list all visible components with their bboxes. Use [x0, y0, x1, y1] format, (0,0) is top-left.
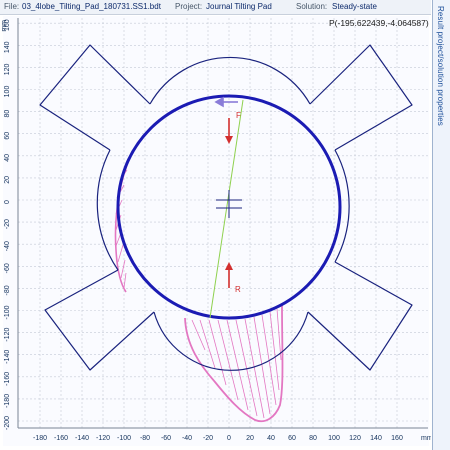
result-properties-tab-label: Result project/solution properties [436, 6, 445, 126]
y-axis-unit: mm [1, 20, 8, 32]
pressure-hatch-line [208, 319, 227, 386]
x-tick-label: -180 [33, 435, 47, 442]
y-tick-label: -200 [4, 416, 11, 430]
pressure-hatch-line [253, 316, 271, 415]
result-properties-tab[interactable]: Result project/solution properties [432, 0, 450, 450]
x-tick-label: -40 [182, 435, 192, 442]
pressure-hatch-line [269, 311, 280, 391]
pressure-hatch-line [235, 319, 258, 417]
pressure-hatch-line [117, 244, 124, 263]
x-tick-label: 100 [328, 435, 340, 442]
pressure-hatch-line [120, 259, 126, 279]
center-crosshair [216, 190, 242, 218]
y-tick-label: 0 [4, 200, 11, 204]
pressure-hatch-line [261, 314, 277, 406]
pressure-hatching [115, 169, 282, 419]
x-tick-label: 120 [349, 435, 361, 442]
x-tick-label: 20 [246, 435, 254, 442]
x-tick-label: 140 [370, 435, 382, 442]
x-tick-label: 40 [267, 435, 275, 442]
reaction-arrow [225, 262, 233, 288]
x-tick-label: 160 [391, 435, 403, 442]
y-tick-label: -20 [4, 219, 11, 229]
x-axis-unit: mm [421, 435, 431, 442]
x-tick-label: -160 [54, 435, 68, 442]
y-tick-label: 20 [4, 176, 11, 184]
y-tick-label: 80 [4, 110, 11, 118]
x-tick-label: 0 [227, 435, 231, 442]
pressure-hatch-line [123, 272, 127, 289]
y-tick-label: -120 [4, 327, 11, 341]
x-tick-label: -140 [75, 435, 89, 442]
x-tick-label: -120 [96, 435, 110, 442]
y-tick-label: -40 [4, 241, 11, 251]
rotation-arrow [214, 96, 238, 108]
y-tick-label: 60 [4, 132, 11, 140]
x-tick-label: -80 [140, 435, 150, 442]
force-label: F [236, 111, 241, 120]
y-tick-label: -80 [4, 285, 11, 295]
y-tick-label: -140 [4, 350, 11, 364]
y-tick-label: 100 [4, 86, 11, 98]
y-tick-label: -60 [4, 263, 11, 273]
y-tick-label: 140 [4, 41, 11, 53]
pressure-hatch-line [191, 319, 206, 351]
y-tick-label: -100 [4, 305, 11, 319]
axis-tick-labels: -180 -160 -140 -120 -100 -80 -60 -40 -20 0 20 40 60 8… [4, 19, 403, 442]
pressure-hatch-line [276, 308, 282, 361]
y-tick-label: -160 [4, 372, 11, 386]
y-tick-label: 120 [4, 63, 11, 75]
cursor-readout: P(-195.622439,-4.064587) [329, 18, 429, 28]
y-tick-label: -180 [4, 394, 11, 408]
x-tick-label: -20 [203, 435, 213, 442]
x-tick-label: 60 [288, 435, 296, 442]
x-tick-label: -60 [161, 435, 171, 442]
y-tick-label: 40 [4, 154, 11, 162]
bearing-plot[interactable]: F R P(-195.622439,-4.064587) -180 -160 -14… [0, 0, 431, 450]
x-tick-label: -100 [117, 435, 131, 442]
x-tick-label: 80 [309, 435, 317, 442]
force-arrow [225, 118, 233, 144]
reaction-label: R [235, 285, 241, 294]
